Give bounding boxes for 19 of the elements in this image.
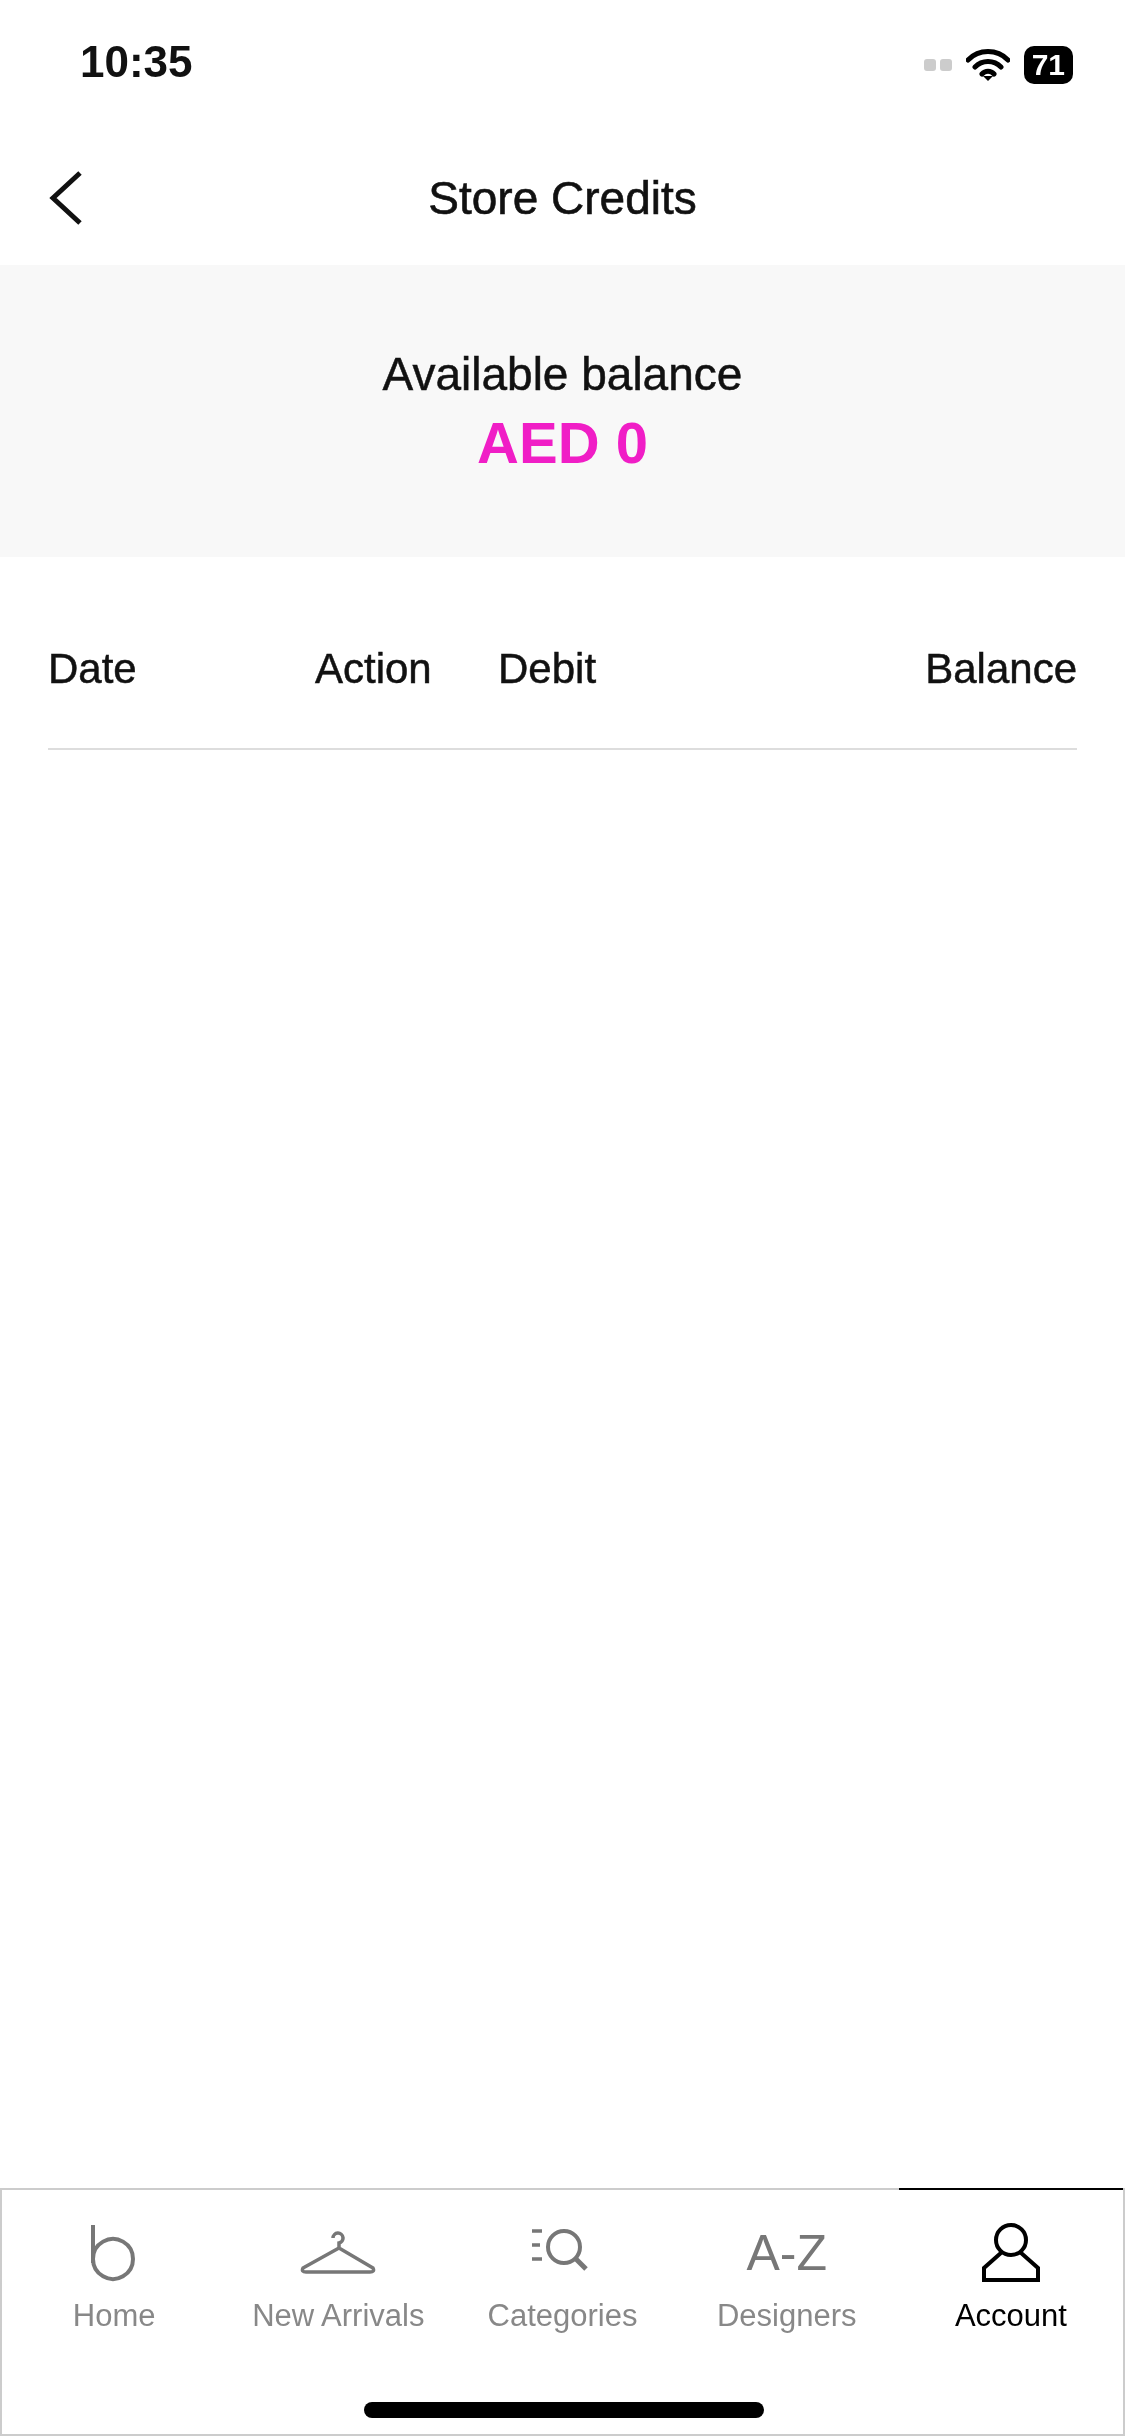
- back-icon[interactable]: [48, 170, 84, 226]
- column-header: Action: [315, 645, 433, 693]
- balance-amount: AED 0: [477, 408, 648, 476]
- wifi-icon: [965, 48, 1010, 82]
- page-title: Store Credits: [428, 170, 697, 225]
- tab[interactable]: Account: [898, 2188, 1123, 2432]
- tab[interactable]: A-Z Designers: [674, 2188, 899, 2432]
- signal-icon: [923, 59, 952, 71]
- column-header: Debit: [498, 645, 598, 693]
- person-icon: [980, 2222, 1041, 2284]
- balance-label: Available balance: [382, 346, 743, 401]
- a-z-icon: A-Z: [746, 2222, 827, 2284]
- tab[interactable]: Home: [2, 2188, 227, 2432]
- status-time: 10:35: [80, 37, 193, 87]
- column-header: Date: [48, 645, 138, 693]
- tab[interactable]: New Arrivals: [226, 2188, 451, 2432]
- battery-icon: 71: [1023, 46, 1073, 84]
- column-header: Balance: [925, 645, 1077, 693]
- tab[interactable]: Categories: [450, 2188, 675, 2432]
